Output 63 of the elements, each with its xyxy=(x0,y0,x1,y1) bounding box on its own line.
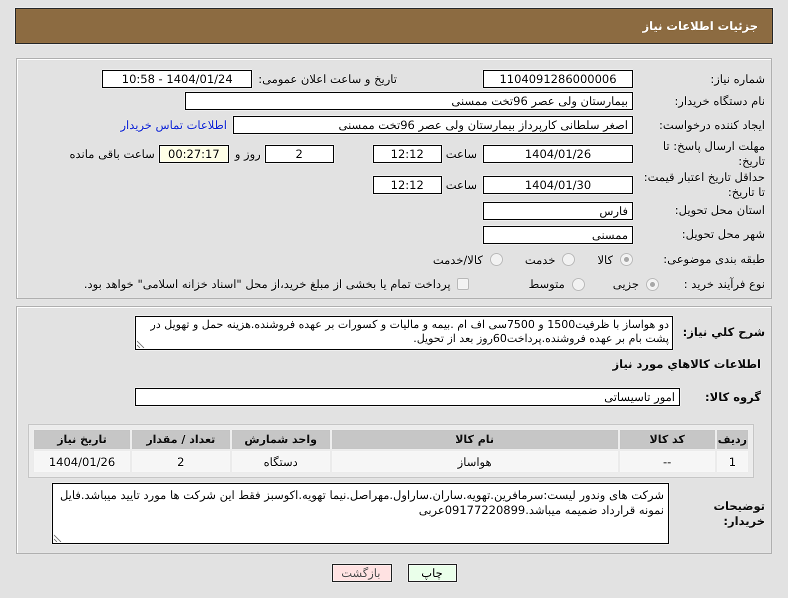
field-label: شماره نیاز: xyxy=(709,72,765,86)
field-label: کالا/خدمت xyxy=(432,252,483,266)
radio-button[interactable] xyxy=(646,278,659,290)
field-label: تاریخ و ساعت اعلان عمومی: xyxy=(258,72,397,86)
radio-button[interactable] xyxy=(572,278,585,290)
field-label: جزیی xyxy=(612,277,639,291)
column-header: تاریخ نیاز xyxy=(33,429,132,450)
deadline-date-field[interactable]: 1404/01/26 xyxy=(483,145,633,163)
field-label: گروه کالا: xyxy=(704,390,761,404)
field-label: حداقل تاریخ اعتبار قیمت: تا تاریخ: xyxy=(642,170,765,200)
radio-button[interactable] xyxy=(562,253,576,266)
field-label: نوع فرآیند خرید : xyxy=(682,276,765,292)
table-cell: 1404/01/26 xyxy=(33,450,132,473)
description-field[interactable]: دو هواساز با ظرفیت1500 و 7500سی اف ام .بیمه و مالیات و کسورات بر عهده فروشنده.هزینه حمل و تهویل در پشت بام بر عهده فروشنده.پرداخت60روز بعد از تحویل. xyxy=(135,316,673,350)
field-label: خدمت xyxy=(524,252,556,266)
field-label: ساعت باقی مانده xyxy=(70,147,155,161)
field-label: استان محل تحویل: xyxy=(674,203,765,218)
back-button[interactable]: بازگشت xyxy=(332,564,392,582)
checkbox[interactable] xyxy=(456,278,469,290)
days-field[interactable]: 2 xyxy=(264,145,334,163)
remaining-time-field[interactable]: 00:27:17 xyxy=(158,145,229,163)
field-label: پرداخت تمام یا بخشی از مبلغ خرید،از محل "اسناد خزانه اسلامی" خواهد بود. xyxy=(84,277,451,291)
field-label: کالا xyxy=(597,252,613,266)
contact-link[interactable]: اطلاعات تماس خریدار xyxy=(120,118,227,132)
column-header: واحد شمارش xyxy=(230,429,331,450)
field-label: متوسط xyxy=(528,277,565,291)
validity-time-field[interactable]: 12:12 xyxy=(372,176,442,194)
requester-field[interactable]: اصغر سلطانی کارپرداز بیمارستان ولی عصر 96تخت ممسنی xyxy=(233,116,633,134)
page-title: جزئیات اطلاعات نیاز xyxy=(642,19,758,33)
table-cell: 2 xyxy=(131,450,231,473)
buyer-org-field[interactable]: بیمارستان ولی عصر 96تخت ممسنی xyxy=(185,92,633,110)
column-header: کد کالا xyxy=(618,429,716,450)
buyer-notes-field[interactable]: شرکت های وندور لیست:سرمافرین.تهویه.ساران.ساراول.مهراصل.نیما تهویه.اکوسبز فقط این شرکت ها مورد تایید میباشد.فایل نمونه قرارداد ضمیمه میباشد.09177220899عربی xyxy=(52,483,669,544)
validity-date-field[interactable]: 1404/01/30 xyxy=(483,176,633,194)
field-label: شرح کلي نياز: xyxy=(682,325,765,340)
field-label: شهر محل تحویل: xyxy=(680,227,765,242)
column-header: تعداد / مقدار xyxy=(131,429,231,450)
section-title: اطلاعات کالاهاي مورد نياز xyxy=(611,357,761,371)
field-label: توضیحات خریدار: xyxy=(712,498,765,528)
need-number-field[interactable]: 1104091286000006 xyxy=(483,70,633,88)
deadline-time-field[interactable]: 12:12 xyxy=(372,145,442,163)
field-label: ساعت xyxy=(446,178,477,192)
field-label: روز و xyxy=(234,147,261,161)
table-cell: هواساز xyxy=(330,450,619,473)
goods-group-field[interactable]: امور تاسیساتی xyxy=(135,388,680,406)
table-cell: دستگاه xyxy=(230,450,331,473)
city-field[interactable]: ممسنی xyxy=(483,226,633,244)
field-label: طبقه بندی موضوعی: xyxy=(662,252,765,267)
table-cell: -- xyxy=(618,450,716,473)
print-button[interactable]: چاپ xyxy=(408,564,456,582)
field-label: ساعت xyxy=(446,147,477,161)
resize-grip-icon[interactable] xyxy=(137,340,145,348)
radio-button[interactable] xyxy=(490,253,503,266)
field-label: مهلت ارسال پاسخ: تا تاریخ: xyxy=(662,139,765,169)
table-cell: 1 xyxy=(716,450,749,473)
radio-button[interactable] xyxy=(620,253,633,266)
province-field[interactable]: فارس xyxy=(483,202,633,220)
field-label: نام دستگاه خریدار: xyxy=(673,94,765,108)
resize-grip-icon[interactable] xyxy=(54,534,62,542)
column-header: نام کالا xyxy=(330,429,619,450)
field-label: ایجاد کننده درخواست: xyxy=(658,118,765,132)
column-header: ردیف xyxy=(716,429,749,450)
announce-date-field[interactable]: 1404/01/24 - 10:58 xyxy=(102,70,252,88)
